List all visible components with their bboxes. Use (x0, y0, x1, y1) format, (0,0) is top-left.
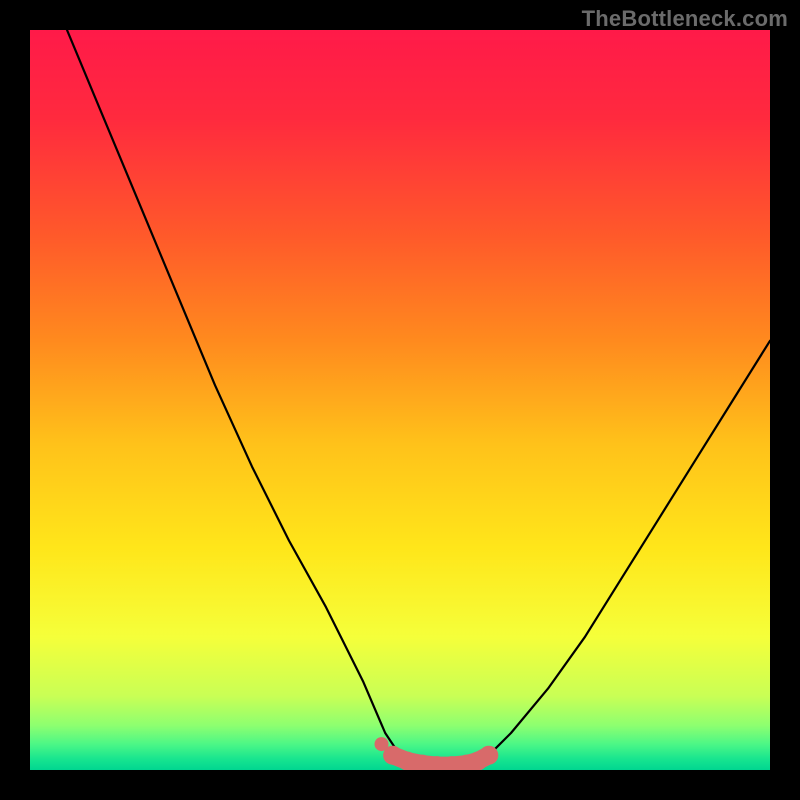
optimal-band-dot (479, 746, 498, 765)
outer-frame: TheBottleneck.com (0, 0, 800, 800)
gradient-background (30, 30, 770, 770)
optimal-band-start-dot (375, 737, 389, 751)
plot-svg (30, 30, 770, 770)
watermark-text: TheBottleneck.com (582, 6, 788, 32)
plot-area (30, 30, 770, 770)
